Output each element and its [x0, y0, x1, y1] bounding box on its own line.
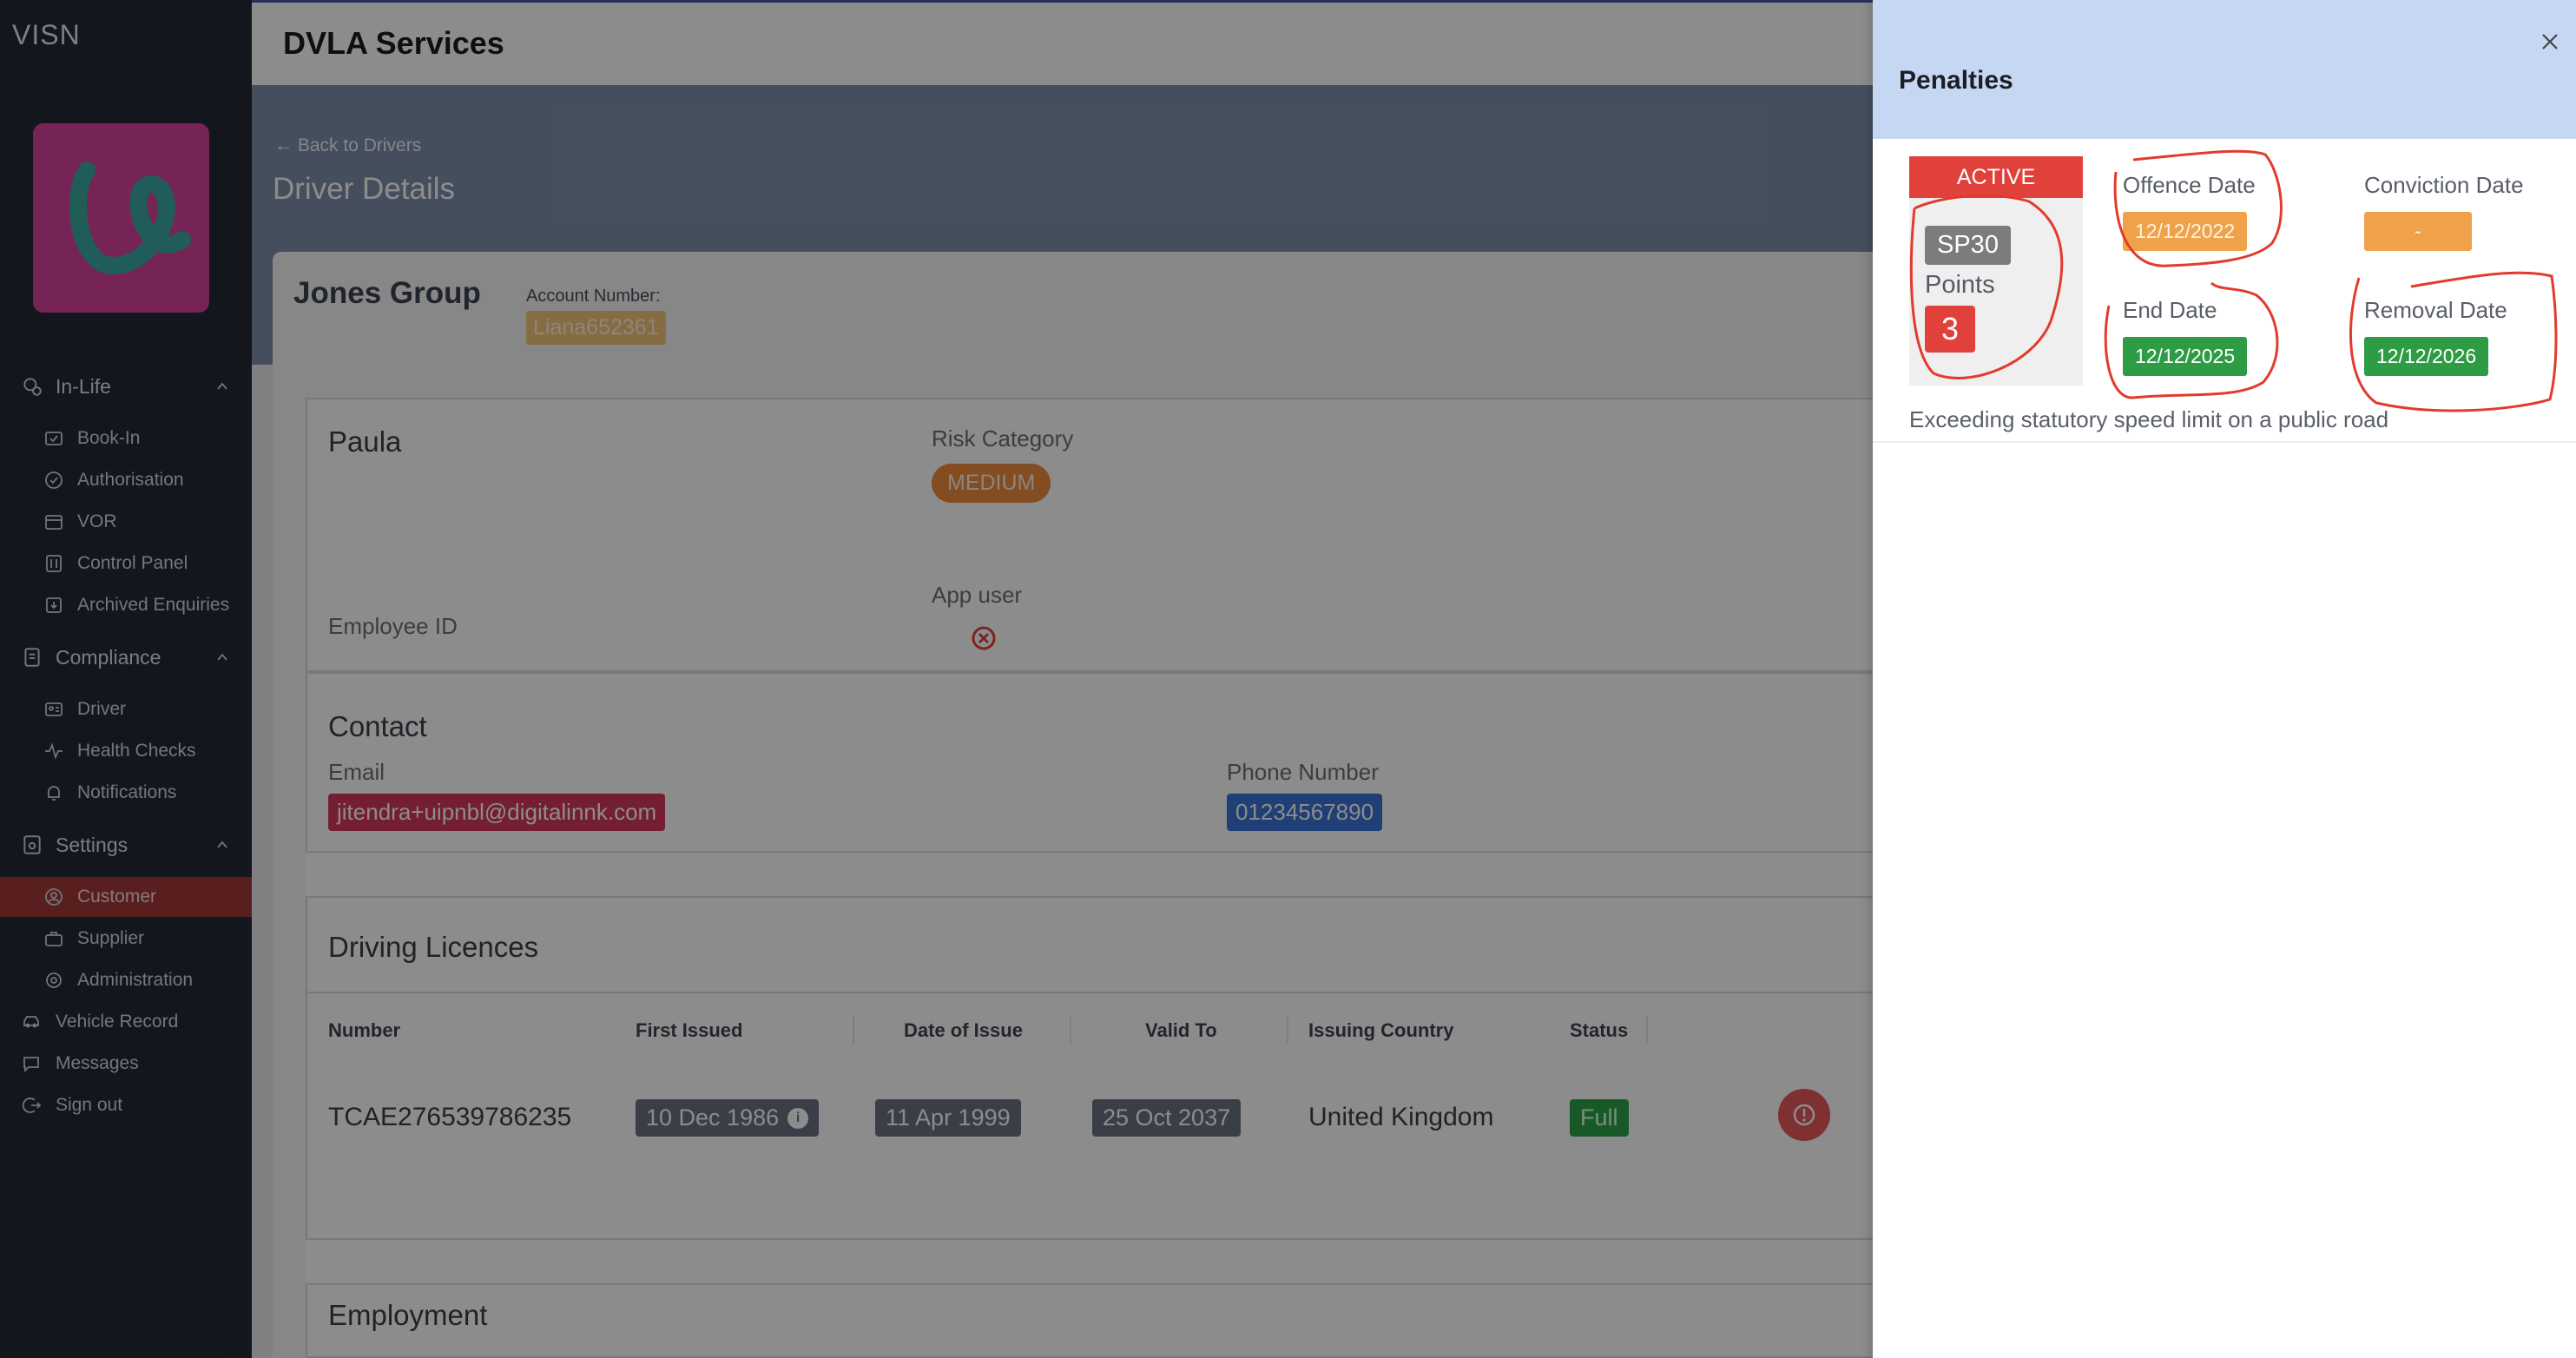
modal-backdrop[interactable]: [0, 0, 1873, 1358]
end-date-value: 12/12/2025: [2123, 337, 2248, 376]
end-date-label: End Date: [2123, 297, 2217, 323]
penalty-description: Exceeding statutory speed limit on a pub…: [1909, 406, 2389, 432]
penalty-status-badge: ACTIVE: [1909, 156, 2083, 198]
removal-date-label: Removal Date: [2364, 297, 2507, 323]
close-icon[interactable]: [2540, 31, 2560, 52]
drawer-header: Penalties: [1873, 0, 2576, 139]
offence-date-label: Offence Date: [2123, 172, 2256, 198]
drawer-title: Penalties: [1899, 66, 2013, 95]
conviction-date-label: Conviction Date: [2364, 172, 2524, 198]
offence-date-value: 12/12/2022: [2123, 212, 2248, 251]
removal-date-value: 12/12/2026: [2364, 337, 2489, 376]
points-label: Points: [1925, 271, 1995, 299]
points-value: 3: [1925, 306, 1975, 353]
penalty-code: SP30: [1925, 226, 2011, 265]
penalties-drawer: Penalties ACTIVE SP30 Points 3 Offence D…: [1873, 0, 2576, 1358]
drawer-divider: [1873, 441, 2576, 443]
conviction-date-value: -: [2364, 212, 2472, 251]
